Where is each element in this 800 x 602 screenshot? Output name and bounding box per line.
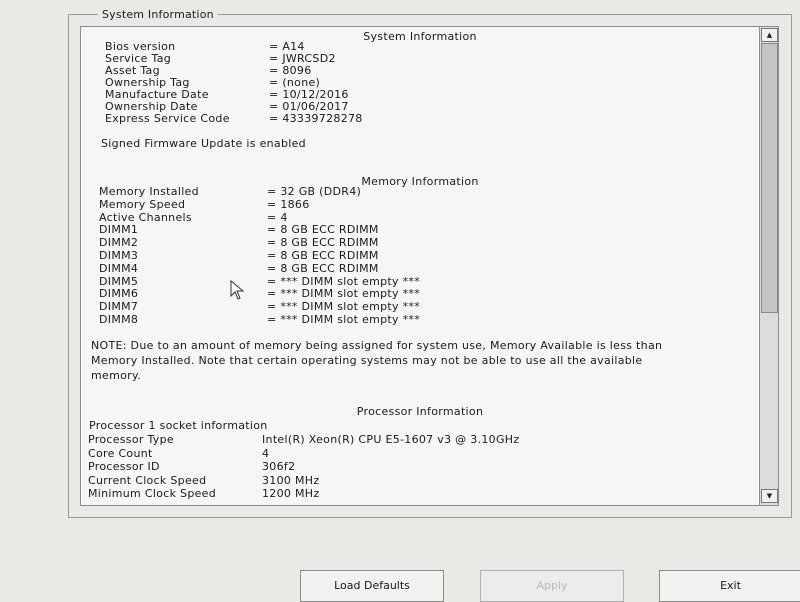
memory-row-value: = 8 GB ECC RDIMM	[267, 261, 379, 275]
memory-row-value: = 4	[267, 210, 288, 224]
system-row-label: Express Service Code	[105, 112, 230, 125]
memory-row-value: = 1866	[267, 197, 310, 211]
processor-row-value: 306f2	[262, 460, 296, 473]
memory-row-label: Memory Speed	[99, 197, 186, 211]
mouse-pointer-icon	[230, 279, 246, 304]
memory-note: NOTE: Due to an amount of memory being a…	[91, 339, 663, 382]
memory-row-value: = 8 GB ECC RDIMM	[267, 236, 379, 250]
processor-heading: Processor Information	[356, 405, 484, 418]
system-row-value: = 43339728278	[269, 112, 363, 125]
processor-row-value: Intel(R) Xeon(R) CPU E5-1607 v3 @ 3.10GH…	[262, 433, 520, 446]
vertical-scrollbar[interactable]: ▲ ▼	[759, 26, 779, 506]
processor-row-value: 1200 MHz	[262, 487, 320, 500]
processor-socket-label: Processor 1 socket information	[89, 419, 268, 432]
processor-row-value: 4	[262, 446, 270, 460]
scrollbar-thumb[interactable]	[761, 43, 778, 313]
memory-row-value: = 32 GB (DDR4)	[267, 185, 362, 198]
memory-row-label: Memory Installed	[99, 185, 199, 198]
info-content: System Information Bios version = A14 Serv…	[81, 27, 759, 505]
processor-row-label: Processor ID	[88, 460, 160, 473]
memory-row-label: DIMM2	[99, 236, 139, 250]
processor-row-label: Core Count	[88, 446, 153, 460]
memory-row-label: Active Channels	[99, 210, 192, 224]
processor-row-value: 3100 MHz	[262, 473, 320, 487]
system-heading: System Information	[363, 30, 477, 43]
memory-row-value: = *** DIMM slot empty ***	[267, 287, 421, 301]
exit-button[interactable]: Exit	[659, 570, 800, 602]
processor-row-label: Processor Type	[88, 433, 174, 446]
load-defaults-button[interactable]: Load Defaults	[300, 570, 444, 602]
memory-row-value: = 8 GB ECC RDIMM	[267, 223, 379, 237]
memory-row-label: DIMM5	[99, 274, 139, 288]
apply-button[interactable]: Apply	[480, 570, 624, 602]
memory-row-value: = *** DIMM slot empty ***	[267, 300, 421, 314]
frame-title: System Information	[98, 8, 218, 21]
memory-row-value: = *** DIMM slot empty ***	[267, 313, 421, 326]
memory-row-value: = 8 GB ECC RDIMM	[267, 249, 379, 262]
scroll-up-arrow-icon[interactable]: ▲	[761, 28, 778, 42]
processor-row-label: Current Clock Speed	[88, 473, 207, 487]
memory-row-label: DIMM7	[99, 300, 139, 314]
scroll-down-arrow-icon[interactable]: ▼	[761, 489, 778, 503]
memory-row-value: = *** DIMM slot empty ***	[267, 274, 421, 288]
memory-row-label: DIMM8	[99, 313, 139, 326]
memory-row-label: DIMM3	[99, 249, 139, 262]
memory-row-label: DIMM1	[99, 223, 139, 237]
firmware-note: Signed Firmware Update is enabled	[101, 137, 306, 150]
memory-row-label: DIMM6	[99, 287, 139, 301]
processor-row-label: Minimum Clock Speed	[88, 487, 217, 500]
info-panel[interactable]: System Information Bios version = A14 Serv…	[80, 26, 760, 506]
memory-row-label: DIMM4	[99, 261, 139, 275]
